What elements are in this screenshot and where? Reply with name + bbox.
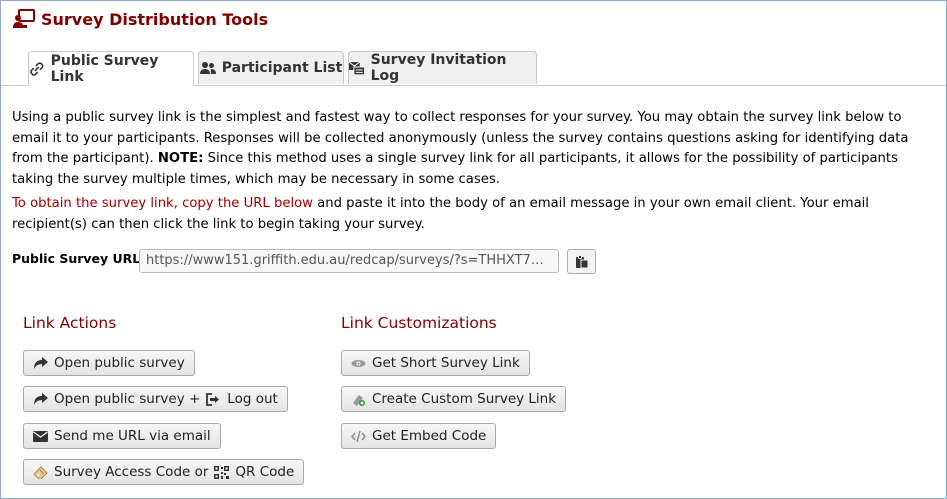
code-icon (351, 430, 366, 442)
clipboard-icon (575, 255, 588, 268)
ticket-icon (33, 465, 48, 479)
link-actions-title: Link Actions (23, 314, 117, 332)
tab-label: Survey Invitation Log (370, 52, 507, 84)
intro-paragraph: Using a public survey link is the simple… (12, 108, 932, 190)
button-label: Create Custom Survey Link (372, 391, 557, 407)
tab-participant-list[interactable]: Participant List (198, 51, 344, 84)
envelope-icon (33, 430, 48, 442)
button-label: Log out (227, 391, 278, 407)
button-label: Get Embed Code (372, 428, 487, 444)
button-label: Send me URL via email (54, 428, 211, 444)
button-label: Open public survey (54, 355, 185, 371)
button-label: Survey Access Code or (54, 464, 209, 480)
survey-distribution-panel: Survey Distribution Tools Public Survey … (0, 0, 947, 499)
copy-url-instruction: To obtain the survey link, copy the URL … (12, 196, 313, 211)
share-arrow-icon (34, 392, 48, 405)
link-customizations-title: Link Customizations (341, 314, 497, 332)
open-survey-logout-button[interactable]: Open public survey + Log out (23, 386, 288, 412)
open-public-survey-button[interactable]: Open public survey (23, 350, 195, 376)
create-custom-link-button[interactable]: Create Custom Survey Link (341, 386, 567, 412)
share-arrow-icon (34, 356, 48, 369)
tab-survey-invitation-log[interactable]: Survey Invitation Log (348, 51, 537, 84)
instructions-paragraph: To obtain the survey link, copy the URL … (12, 194, 932, 235)
tab-bar: Public Survey Link Participant List Surv… (1, 51, 946, 86)
eye-link-icon (351, 359, 366, 367)
custom-link-icon (353, 394, 365, 406)
qr-code-icon (214, 465, 230, 479)
get-embed-code-button[interactable]: Get Embed Code (341, 423, 497, 449)
presenter-icon (13, 9, 35, 28)
survey-access-code-button[interactable]: Survey Access Code or QR Code (23, 459, 305, 485)
button-label: Open public survey + (54, 391, 201, 407)
public-survey-url-label: Public Survey URL: (12, 251, 146, 266)
note-label: NOTE: (157, 151, 204, 166)
tab-label: Participant List (221, 60, 343, 76)
copy-url-button[interactable] (567, 249, 596, 274)
mail-log-icon (349, 61, 365, 75)
send-url-email-button[interactable]: Send me URL via email (23, 423, 221, 449)
users-icon (199, 62, 216, 74)
sign-out-icon (206, 392, 220, 406)
tab-label: Public Survey Link (50, 52, 159, 85)
tab-public-survey-link[interactable]: Public Survey Link (28, 51, 194, 86)
page-title-text: Survey Distribution Tools (41, 9, 269, 29)
button-label: Get Short Survey Link (372, 355, 520, 371)
public-survey-url-field[interactable]: https://www151.griffith.edu.au/redcap/su… (139, 249, 559, 273)
page-title: Survey Distribution Tools (13, 7, 268, 31)
get-short-link-button[interactable]: Get Short Survey Link (341, 350, 530, 376)
link-icon (30, 61, 44, 76)
button-label: QR Code (235, 464, 295, 480)
